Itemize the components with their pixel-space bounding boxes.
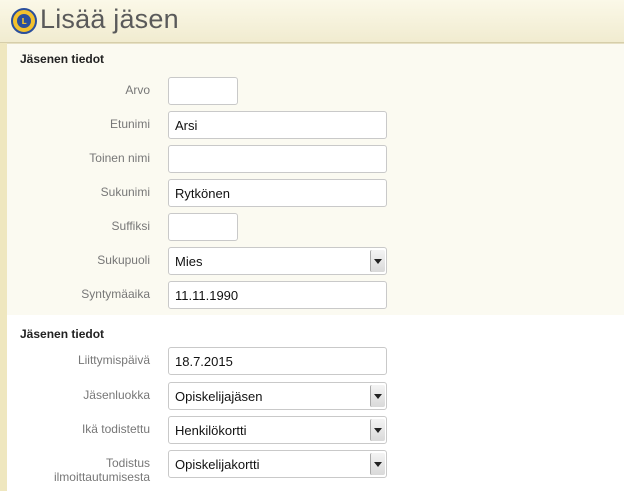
registration-proof-select[interactable]: Opiskelijakortti — [168, 450, 387, 478]
registration-proof-label: Todistus ilmoittautumisesta — [0, 456, 150, 484]
gender-select-value: Mies — [175, 254, 203, 269]
svg-text:L: L — [21, 17, 26, 26]
birthdate-label: Syntymäaika — [81, 287, 150, 301]
registration-proof-select-value: Opiskelijakortti — [175, 457, 260, 472]
registration-proof-label-line1: Todistus — [105, 456, 150, 470]
section-title: Jäsenen tiedot — [20, 327, 105, 341]
age-verified-label: Ikä todistettu — [81, 422, 150, 436]
gender-label: Sukupuoli — [97, 253, 150, 267]
page-title: Lisää jäsen — [40, 4, 179, 34]
birthdate-input[interactable]: 11.11.1990 — [168, 281, 387, 309]
title-label: Arvo — [125, 83, 150, 97]
suffix-input[interactable] — [168, 213, 238, 241]
member-class-select-value: Opiskelijajäsen — [175, 389, 263, 404]
page-header: L Lisää jäsen — [0, 0, 624, 43]
chevron-down-icon[interactable] — [370, 453, 385, 475]
suffix-label: Suffiksi — [111, 219, 150, 233]
chevron-down-icon[interactable] — [370, 385, 385, 407]
lions-club-logo-icon: L — [11, 8, 37, 34]
last-name-input[interactable]: Rytkönen — [168, 179, 387, 207]
gender-select[interactable]: Mies — [168, 247, 387, 275]
registration-proof-label-line2: ilmoittautumisesta — [53, 470, 150, 484]
section-title: Jäsenen tiedot — [20, 52, 105, 66]
join-date-label: Liittymispäivä — [77, 353, 150, 367]
title-input[interactable] — [168, 77, 238, 105]
first-name-input[interactable]: Arsi — [168, 111, 387, 139]
last-name-label: Sukunimi — [100, 185, 150, 199]
middle-name-input[interactable] — [168, 145, 387, 173]
chevron-down-icon[interactable] — [370, 419, 385, 441]
age-verified-select[interactable]: Henkilökortti — [168, 416, 387, 444]
middle-name-label: Toinen nimi — [89, 151, 150, 165]
member-class-label: Jäsenluokka — [83, 388, 150, 402]
member-class-select[interactable]: Opiskelijajäsen — [168, 382, 387, 410]
age-verified-select-value: Henkilökortti — [175, 423, 247, 438]
chevron-down-icon[interactable] — [370, 250, 385, 272]
join-date-input[interactable]: 18.7.2015 — [168, 347, 387, 375]
first-name-label: Etunimi — [109, 117, 150, 131]
